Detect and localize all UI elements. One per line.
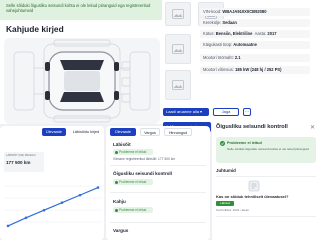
- close-icon[interactable]: ✕: [310, 124, 315, 131]
- spec-label: Kerekülje:: [203, 20, 222, 25]
- spec-label: Mootori võimsus:: [203, 67, 234, 72]
- incident-meta: Kontrollitud: 2024 • Eesti: [216, 208, 249, 212]
- spec-label: Kütus:: [203, 31, 215, 36]
- mileage-point: [60, 201, 64, 204]
- stat-label: LÄBISÕIT (KM) PRAEGU: [6, 154, 36, 157]
- divider: [216, 176, 316, 177]
- section-mileage-title: Läbisõit: [113, 142, 131, 147]
- mileage-point: [24, 216, 28, 220]
- meta-country: Eesti: [242, 208, 249, 212]
- spec-value: WBAJA910X0CB92080: [222, 9, 267, 14]
- section-mileage-text: Viimane registreeritud läbisõit: 177 500…: [113, 157, 176, 161]
- section-theft-title: Vargus: [113, 228, 129, 233]
- spec-label: VIN-kood:: [203, 9, 222, 14]
- info-document-icon: [248, 180, 260, 192]
- ok-title: Probleeme ei leitud: [227, 141, 262, 145]
- spec-row-engine: Mootori töömaht: 2.1: [200, 54, 310, 62]
- spec-label: Käigukasti tüüp:: [203, 42, 233, 47]
- spec-value: Bensiin, Elektriline: [215, 31, 253, 36]
- image-icon: [172, 44, 184, 54]
- stat-value: 177 500 km: [6, 160, 31, 165]
- section-legal-title: Õigusliku seisundi kontroll: [113, 171, 172, 176]
- mileage-point: [6, 224, 10, 228]
- incident-question: Kas on sõiduk tehniliselt ülevaatusel?: [216, 194, 289, 199]
- spec-row-fuel: Kütus: Bensiin, Elektriline Aasta: 2017: [200, 30, 310, 38]
- car-damage-diagram[interactable]: [4, 38, 160, 124]
- ok-text: Selle sõiduki õigusliku seisundi kohta e…: [227, 147, 309, 151]
- status-badge: Probleeme ei leitud: [113, 179, 153, 185]
- divider: [110, 222, 206, 223]
- button-label: Jaga: [221, 109, 231, 114]
- tab-theft[interactable]: Vargus: [140, 128, 160, 136]
- mileage-line: [7, 187, 99, 227]
- tab-overview[interactable]: Ülevaade: [42, 128, 66, 136]
- photo-thumbnail[interactable]: [165, 70, 191, 100]
- status-badge: Probleeme ei leitud: [113, 207, 153, 213]
- mileage-stat-card: LÄBISÕIT (KM) PRAEGU 177 500 km: [4, 152, 44, 172]
- spec-row-power: Mootori võimsus: 185 kW (248 hj / 252 PS…: [200, 66, 310, 74]
- check-circle-icon: [114, 180, 118, 184]
- tab-summary[interactable]: Ülevaade: [110, 128, 136, 136]
- status-text: Probleeme ei leitud: [119, 150, 147, 154]
- spec-row-body: Kerekülje: Sedaan: [200, 19, 310, 27]
- divider: [110, 165, 206, 166]
- section-title: Kahjude kirjed: [6, 24, 64, 34]
- spec-label: Aasta:: [254, 31, 267, 36]
- ok-alert: Probleeme ei leitud Selle sõiduki õigusl…: [216, 137, 316, 163]
- spec-label: Mootori töömaht:: [203, 55, 234, 60]
- status-text: Probleeme ei leitud: [119, 180, 147, 184]
- photo-thumbnail[interactable]: [165, 2, 191, 26]
- tab-ratings[interactable]: Hinnangud: [164, 128, 192, 136]
- status-badge: Läbitud: [216, 201, 234, 206]
- check-circle-icon: [114, 150, 118, 154]
- image-icon: [172, 9, 184, 19]
- panel-title: Õigusliku seisundi kontroll: [216, 124, 288, 130]
- tab-mileage-records[interactable]: Läbisõidu kirjed: [70, 128, 102, 136]
- car-top-view-icon: [45, 51, 119, 111]
- spec-value: 2.1: [234, 55, 241, 60]
- meta-text: Kontrollitud: 2024: [216, 208, 240, 212]
- legal-status-banner: Selle sõiduki õigusliku seisundi kohta e…: [0, 0, 162, 20]
- check-circle-icon: [114, 208, 118, 212]
- share-button[interactable]: Jaga: [213, 108, 239, 116]
- spec-value: Automaatne: [233, 42, 257, 47]
- section-damage-title: Kahju: [113, 199, 126, 204]
- divider: [110, 192, 206, 193]
- mileage-chart: [4, 185, 102, 228]
- image-icon: [172, 80, 184, 90]
- check-circle-icon: [220, 141, 225, 146]
- divider: [216, 216, 316, 217]
- mileage-point: [42, 208, 46, 212]
- spec-value: Sedaan: [222, 20, 237, 25]
- more-options-icon[interactable]: ⋯: [243, 108, 251, 116]
- status-badge: Probleeme ei leitud: [113, 149, 153, 155]
- spec-value: 185 kW (248 hj / 252 PS): [235, 67, 282, 72]
- download-report-button[interactable]: Laadi aruanne alla ▾: [163, 108, 209, 116]
- spec-value: 2017: [267, 31, 277, 36]
- damage-records-card: Selle sõiduki õigusliku seisundi kohta e…: [0, 0, 162, 124]
- mileage-point: [78, 193, 82, 197]
- spec-row-gearbox: Käigukasti tüüp: Automaatne: [200, 41, 310, 49]
- status-text: Probleeme ei leitud: [119, 208, 147, 212]
- button-label: Laadi aruanne alla: [166, 109, 199, 114]
- photo-thumbnail[interactable]: [165, 34, 191, 64]
- mileage-point: [96, 186, 100, 189]
- spec-row-vin: VIN-kood: WBAJA910X0CB92080: [200, 8, 310, 16]
- incidents-heading: Juhtumid: [216, 168, 236, 173]
